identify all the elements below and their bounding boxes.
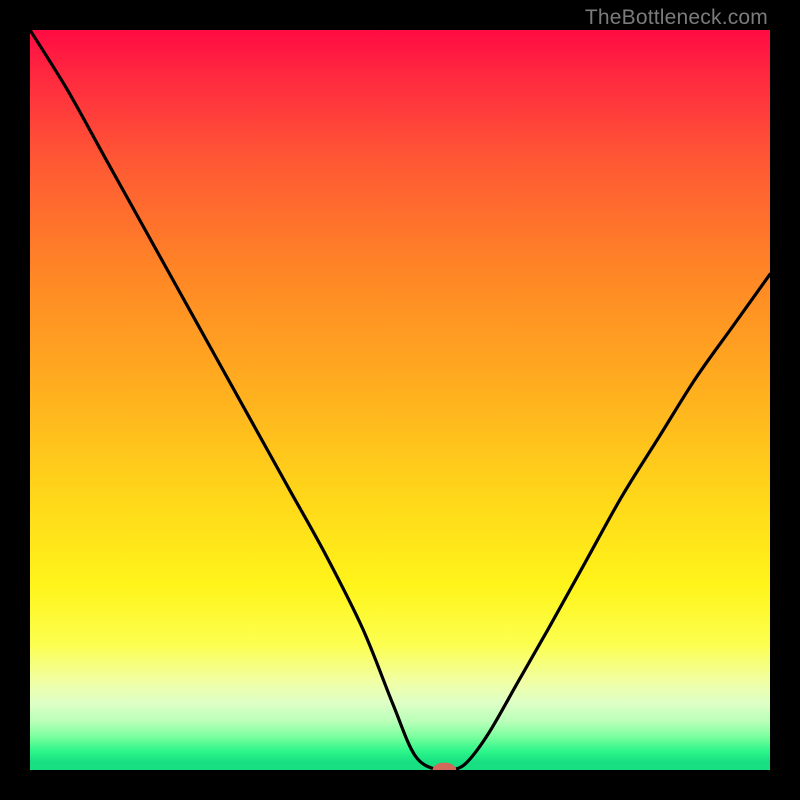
bottleneck-curve bbox=[30, 30, 770, 770]
curve-overlay bbox=[30, 30, 770, 770]
chart-frame: TheBottleneck.com bbox=[0, 0, 800, 800]
optimum-marker bbox=[433, 763, 457, 770]
site-credit: TheBottleneck.com bbox=[585, 6, 768, 30]
